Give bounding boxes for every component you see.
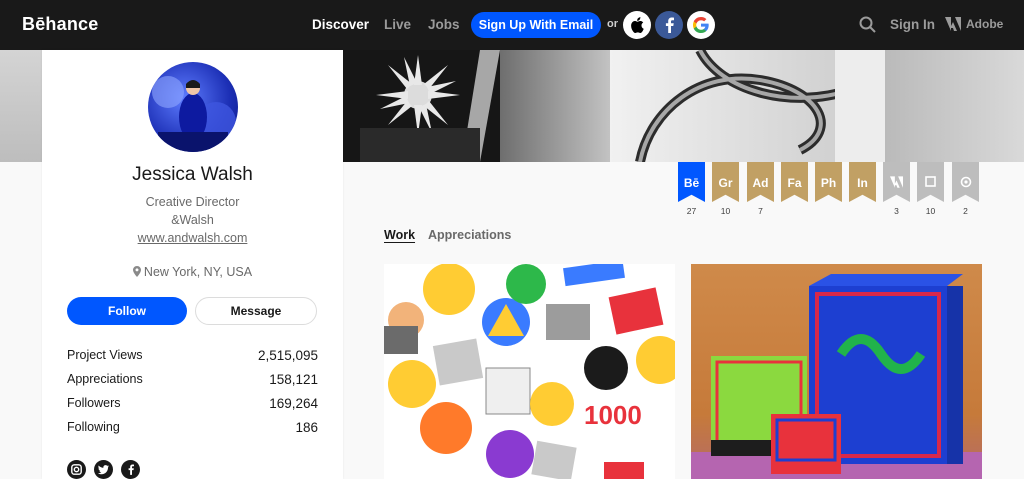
badge-label: Ad [752,176,769,190]
signin-link[interactable]: Sign In [890,17,935,32]
or-label: or [607,18,618,30]
badge-count: 3 [894,206,899,216]
project-thumbnail[interactable] [691,264,982,479]
square-icon [925,176,936,187]
location-pin-icon [132,266,141,277]
badge-count: 2 [963,206,968,216]
profile-website-link[interactable]: www.andwalsh.com [42,231,343,245]
facebook-icon[interactable] [121,460,140,479]
badge-label: Gr [718,176,733,190]
signup-email-button[interactable]: Sign Up With Email [471,12,601,38]
stat-label: Followers [67,396,121,410]
avatar[interactable] [148,62,238,152]
profile-location: New York, NY, USA [42,265,343,279]
profile-card: Jessica Walsh Creative Director &Walsh w… [42,50,343,479]
badge-label: Bē [683,176,700,190]
project-thumbnail[interactable]: 1000 [384,264,675,479]
google-signin-button[interactable] [687,11,715,39]
google-icon [693,17,709,33]
packaging-artwork [691,274,982,479]
adobe-label: Adobe [966,17,1004,31]
nav-live[interactable]: Live [384,17,411,32]
emoji-artwork: 1000 [384,264,675,479]
badge-fashion[interactable]: Fa [781,162,808,202]
apple-icon [631,17,644,33]
badge-behance[interactable]: Bē [678,162,705,202]
badge-count: 10 [720,206,731,216]
follow-button[interactable]: Follow [67,297,187,325]
cc-icon [960,176,971,188]
badge-graphic-design[interactable]: Gr [712,162,739,202]
adobe-icon [945,17,961,31]
badge-count: 7 [758,206,763,216]
stat-label: Appreciations [67,372,143,386]
stat-label: Project Views [67,348,143,362]
message-button[interactable]: Message [195,297,317,325]
apple-signin-button[interactable] [623,11,651,39]
nav-discover[interactable]: Discover [312,17,369,32]
top-nav: Bēhance Discover Live Jobs Sign Up With … [0,0,1024,50]
nav-jobs[interactable]: Jobs [428,17,460,32]
adobe-link[interactable]: Adobe [945,17,1003,31]
tab-appreciations[interactable]: Appreciations [428,228,511,242]
stat-value: 169,264 [269,396,318,411]
badge-label: In [857,176,868,190]
badge-advertising[interactable]: Ad [747,162,774,202]
instagram-icon[interactable] [67,460,86,479]
facebook-signin-button[interactable] [655,11,683,39]
badge-photography[interactable]: Ph [815,162,842,202]
badge-label: Ph [820,176,837,190]
stat-value: 158,121 [269,372,318,387]
profile-name: Jessica Walsh [132,164,253,185]
facebook-icon [665,17,674,33]
location-text: New York, NY, USA [143,265,253,279]
twitter-icon[interactable] [94,460,113,479]
avatar-image [152,76,236,152]
badge-count: 27 [686,206,697,216]
tab-work[interactable]: Work [384,228,415,242]
badge-creative-cloud[interactable] [952,162,979,202]
profile-company: &Walsh [171,213,214,227]
stat-label: Following [67,420,120,434]
search-icon[interactable] [859,16,877,34]
badge-adobe[interactable] [883,162,910,202]
badge-interaction[interactable]: In [849,162,876,202]
badge-label: Fa [787,176,802,190]
stat-value: 2,515,095 [257,348,318,363]
profile-occupation: Creative Director [145,195,240,209]
profile-social-links [67,460,140,479]
adobe-icon [890,176,903,188]
svg-text:1000: 1000 [584,400,642,430]
badge-square[interactable] [917,162,944,202]
stat-value: 186 [295,420,318,435]
badge-count: 10 [925,206,936,216]
behance-logo[interactable]: Bēhance [22,14,98,35]
